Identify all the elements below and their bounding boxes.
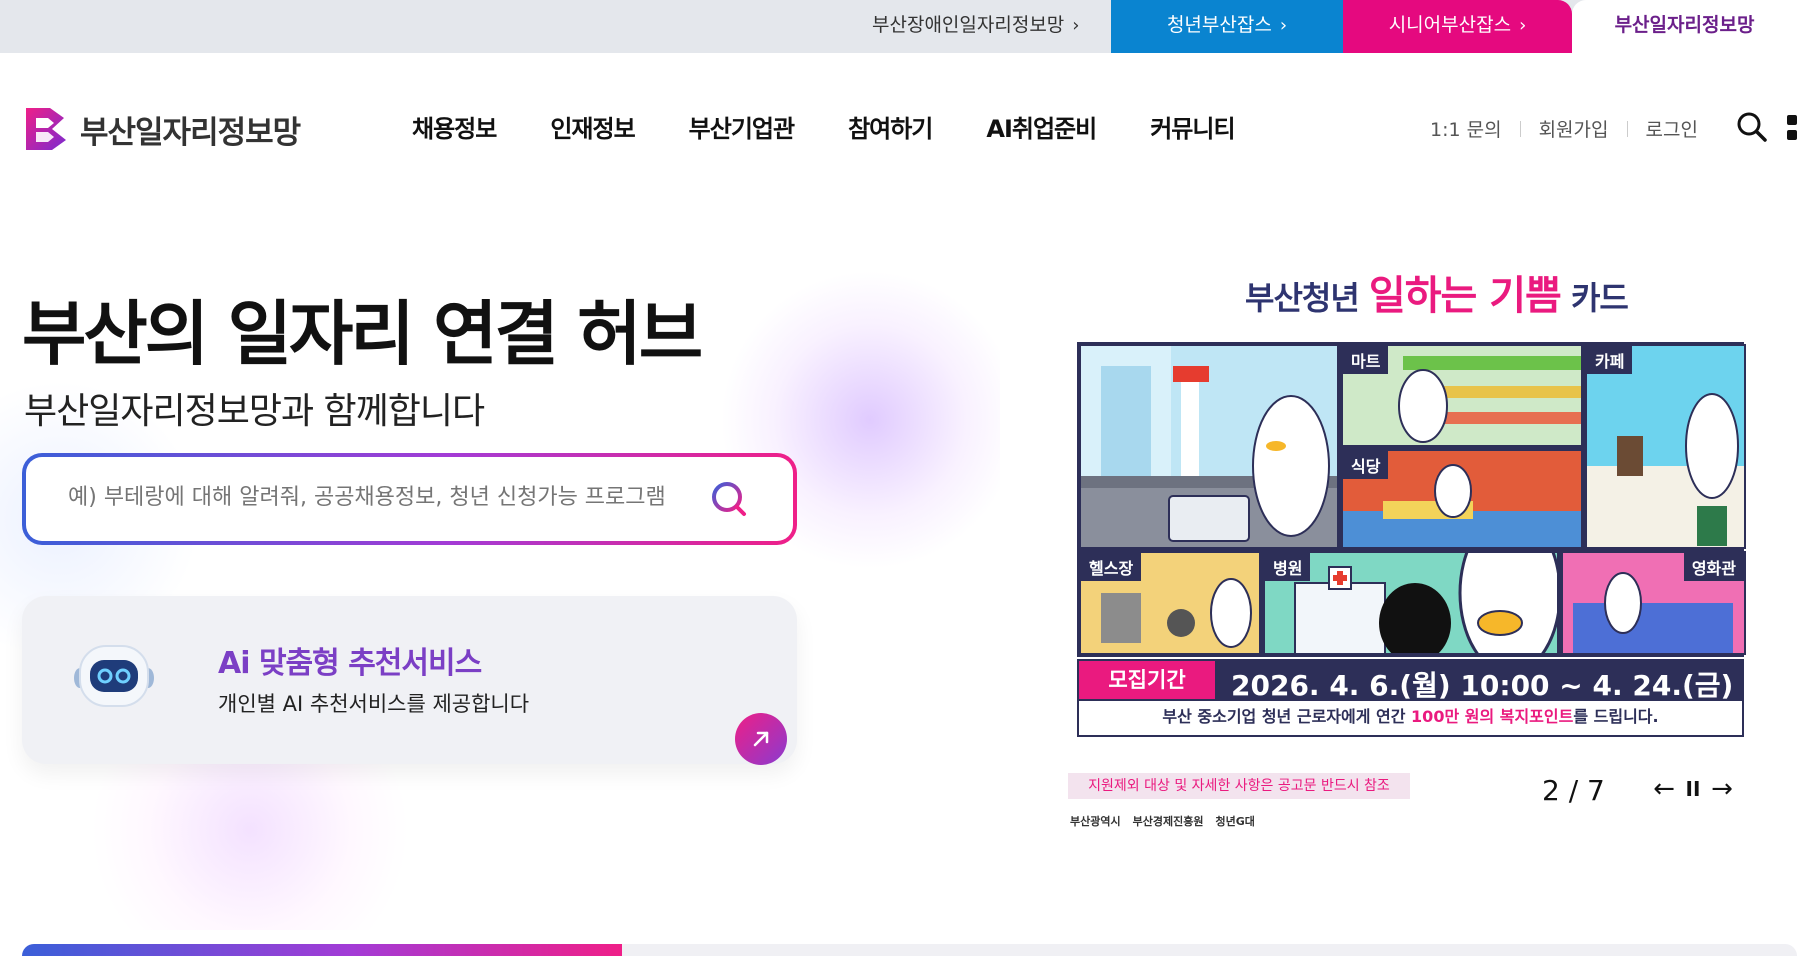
nav-community[interactable]: 커뮤니티 [1150, 109, 1235, 144]
info-suffix: 를 드립니다. [1573, 707, 1659, 726]
bottom-tab-active[interactable] [22, 944, 622, 956]
login-link[interactable]: 로그인 [1646, 115, 1698, 142]
promo-banner[interactable]: 부산청년 일하는 기쁨 카드 마트 카페 식당 헬스장 병원 영화관 모집기간 … [1000, 255, 1797, 855]
menu-icon[interactable] [1787, 113, 1797, 143]
robot-icon [74, 638, 154, 714]
hero-subtitle: 부산일자리정보망과 함께합니다 [24, 391, 485, 432]
nav-companies[interactable]: 부산기업관 [689, 109, 795, 144]
youth-jobs-label: 청년부산잡스 [1166, 14, 1272, 36]
banner-notice: 지원제외 대상 및 자세한 사항은 공고문 반드시 참조 [1068, 773, 1410, 799]
sponsor-bepa: 부산경제진흥원 [1132, 815, 1204, 828]
banner-title-highlight: 일하는 기쁨 [1368, 273, 1562, 319]
ai-card-arrow-button[interactable] [735, 713, 787, 765]
cinema-panel: 영화관 [1561, 551, 1746, 655]
slide-pager: 2 / 7 [1542, 774, 1605, 807]
cafe-panel: 카페 [1585, 344, 1746, 549]
pause-slide-button[interactable]: II [1678, 775, 1708, 805]
ai-search-box [22, 453, 797, 545]
banner-title: 부산청년 일하는 기쁨 카드 [1245, 263, 1629, 321]
prev-slide-button[interactable]: ← [1649, 775, 1679, 805]
recruit-period-text: 2026. 4. 6.(월) 10:00 ~ 4. 24.(금) 18:00까지 [1231, 669, 1797, 702]
banner-title-suffix: 카드 [1570, 279, 1629, 317]
ai-card-description: 개인별 AI 추천서비스를 제공합니다 [218, 692, 530, 716]
panel-label: 식당 [1343, 451, 1389, 479]
youth-jobs-link[interactable]: 청년부산잡스 › [1111, 0, 1343, 53]
banner-title-prefix: 부산청년 [1245, 279, 1360, 317]
nav-participate[interactable]: 참여하기 [848, 109, 933, 144]
nav-ai-prep[interactable]: AI취업준비 [986, 109, 1097, 144]
chevron-right-icon: › [1279, 15, 1288, 36]
panel-label: 카페 [1587, 346, 1633, 374]
ai-recommend-card[interactable]: Ai 맞춤형 추천서비스 개인별 AI 추천서비스를 제공합니다 [22, 596, 797, 764]
nav-jobs[interactable]: 채용정보 [412, 109, 497, 144]
office-panel [1079, 344, 1339, 549]
senior-jobs-label: 시니어부산잡스 [1388, 14, 1512, 36]
panel-label: 마트 [1343, 346, 1389, 374]
logo-text: 부산일자리정보망 [80, 114, 301, 151]
banner-illustration: 마트 카페 식당 헬스장 병원 영화관 [1077, 342, 1746, 657]
hospital-panel: 병원 [1263, 551, 1559, 655]
disabled-jobs-label: 부산장애인일자리정보망 [872, 14, 1065, 36]
panel-label: 헬스장 [1081, 553, 1142, 581]
info-prefix: 부산 중소기업 청년 근로자에게 연간 [1162, 707, 1406, 726]
logo-icon [24, 106, 70, 152]
chevron-right-icon: › [1519, 15, 1527, 36]
top-utility-bar: 부산장애인일자리정보망 › 청년부산잡스 › 시니어부산잡스 › 부산일자리정보망 [0, 0, 1797, 53]
sponsor-logos: 부산광역시 부산경제진흥원 청년G대 [1070, 813, 1267, 829]
signup-link[interactable]: 회원가입 [1539, 115, 1609, 142]
gym-panel: 헬스장 [1079, 551, 1261, 655]
site-logo[interactable]: 부산일자리정보망 [24, 105, 301, 153]
senior-jobs-link[interactable]: 시니어부산잡스 › [1343, 0, 1572, 53]
search-icon[interactable] [1736, 111, 1768, 143]
sponsor-busan-city: 부산광역시 [1070, 815, 1121, 828]
info-highlight: 100만 원의 복지포인트 [1411, 707, 1574, 726]
ai-search-inner [26, 457, 793, 541]
ai-search-input[interactable] [68, 485, 708, 510]
site-header: 부산일자리정보망 채용정보 인재정보 부산기업관 참여하기 AI취업준비 커뮤니… [0, 53, 1797, 203]
restaurant-panel: 식당 [1341, 449, 1583, 549]
banner-info: 부산 중소기업 청년 근로자에게 연간 100만 원의 복지포인트를 드립니다. [1077, 701, 1744, 737]
panel-label: 영화관 [1683, 553, 1744, 581]
sponsor-youth: 청년G대 [1215, 815, 1255, 828]
disabled-jobs-link[interactable]: 부산장애인일자리정보망 › [872, 0, 1079, 53]
hero-title: 부산의 일자리 연결 허브 [22, 293, 703, 375]
panel-label: 병원 [1265, 553, 1311, 581]
inquiry-link[interactable]: 1:1 문의 [1430, 115, 1502, 142]
nav-talent[interactable]: 인재정보 [550, 109, 635, 144]
recruit-period-label: 모집기간 [1079, 661, 1215, 699]
next-slide-button[interactable]: → [1707, 775, 1737, 805]
recruit-period-bar: 모집기간 2026. 4. 6.(월) 10:00 ~ 4. 24.(금) 18… [1077, 659, 1797, 702]
ai-card-title: Ai 맞춤형 추천서비스 [218, 646, 482, 681]
mart-panel: 마트 [1341, 344, 1583, 447]
search-icon[interactable] [709, 479, 751, 521]
divider [1519, 120, 1521, 137]
util-links: 1:1 문의 회원가입 로그인 [1430, 115, 1698, 142]
divider [1626, 120, 1628, 137]
main-nav: 채용정보 인재정보 부산기업관 참여하기 AI취업준비 커뮤니티 [412, 109, 1289, 144]
main-jobs-link[interactable]: 부산일자리정보망 [1572, 0, 1797, 53]
chevron-right-icon: › [1072, 15, 1080, 36]
